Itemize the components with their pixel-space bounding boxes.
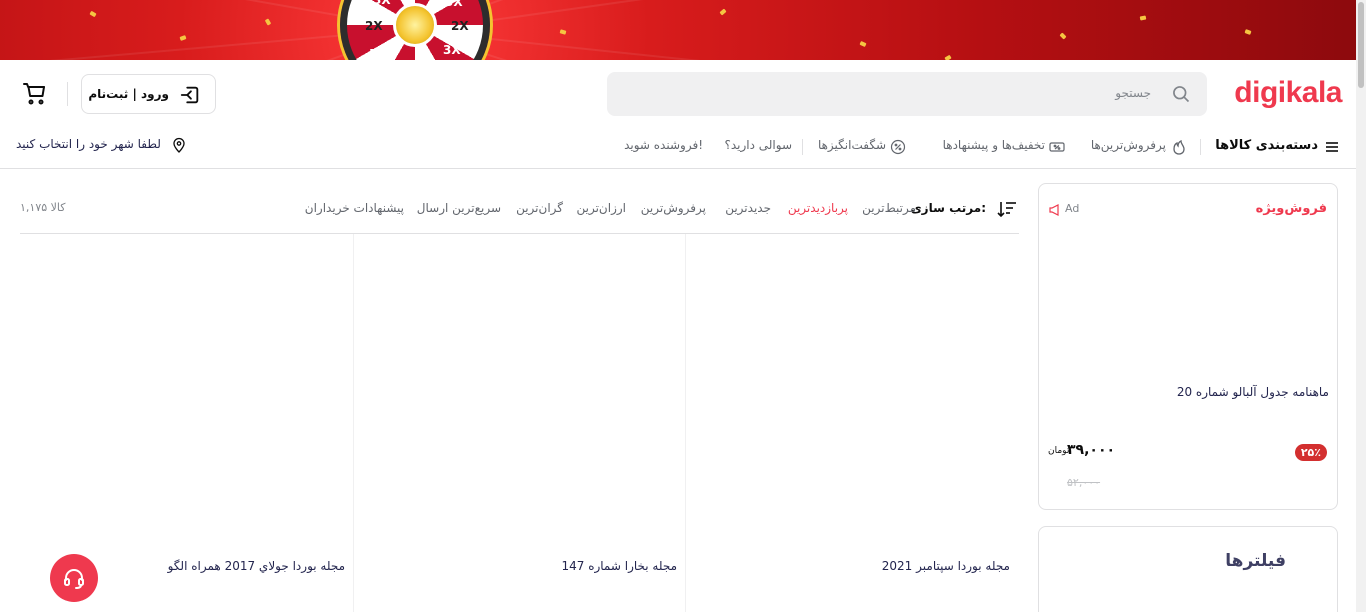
search-placeholder: جستجو [1115,86,1151,100]
filters-panel: فیلترها [1038,526,1338,612]
confetti [719,8,727,16]
sort-bar: مرتب سازی: مرتبط‌ترین پربازدیدترین جدیدت… [20,198,1019,234]
fire-icon [1173,139,1185,155]
confetti [1059,32,1067,40]
nav-bestsellers[interactable]: پرفروش‌ترین‌ها [1091,138,1166,152]
percent-icon [890,139,906,155]
product-title: مجله بخارا شماره 147 [561,559,677,573]
nav-become-seller[interactable]: فروشنده شوید! [624,138,703,152]
login-button[interactable]: ورود | ثبت‌نام [81,74,216,114]
product-title: مجله بوردا جولاي 2017 همراه الگو [167,559,345,573]
header-divider-line [0,168,1356,169]
confetti [559,29,567,35]
confetti [944,54,952,60]
megaphone-icon [1049,204,1059,216]
ad-label: Ad [1065,202,1080,215]
nav-divider [802,139,803,155]
nav-question[interactable]: سوالی دارید؟ [724,138,792,152]
scrollbar-thumb[interactable] [1358,2,1364,88]
menu-icon [1326,142,1338,152]
location-pin-icon [173,137,185,153]
currency: تومان [1048,446,1070,456]
sort-option-cheapest[interactable]: ارزان‌ترین [576,201,626,215]
wheel-label: 2X [365,19,383,33]
discount-badge: ۲۵٪ [1294,444,1327,461]
sort-icon [997,202,1016,218]
wheel-label: 3X [443,43,461,57]
special-sale-product-name: ماهنامه جدول آلبالو شماره 20 [1176,385,1329,399]
product-card[interactable]: مجله بخارا شماره 147 [354,234,685,612]
wheel-hub [393,3,437,47]
product-card[interactable]: مجله بوردا سپتامبر 2021 [686,234,1018,612]
login-label: ورود | ثبت‌نام [88,87,169,101]
sort-option-relevant[interactable]: مرتبط‌ترین [862,201,916,215]
cart-icon[interactable] [23,82,47,106]
header-divider [67,82,68,106]
sort-option-buyer-suggestions[interactable]: پیشنهادات خریداران [305,201,404,215]
nav-discounts[interactable]: تخفیف‌ها و پیشنهادها [943,138,1045,152]
support-button[interactable] [50,554,98,602]
nav-divider [1200,139,1201,155]
confetti [1139,15,1147,21]
wheel-label: 5X [445,0,463,9]
product-title: مجله بوردا سپتامبر 2021 [881,559,1010,573]
special-sale-title: فروش‌ویژه [1255,201,1327,216]
price: ۳۹,۰۰۰ [1067,442,1116,458]
discount-tag-icon [1049,142,1065,152]
search-input[interactable]: جستجو [607,72,1207,116]
old-price: ۵۲,۰۰۰ [1067,476,1101,489]
search-icon [1173,86,1190,103]
nav-categories[interactable]: دسته‌بندی کالاها [1215,138,1318,153]
filters-title: فیلترها [1225,551,1286,571]
product-count: ۱,۱۷۵ کالا [20,201,66,214]
sort-option-newest[interactable]: جدیدترین [725,201,771,215]
confetti [179,35,187,41]
nav-amazing[interactable]: شگفت‌انگیزها [818,138,886,152]
site-logo[interactable]: digikala [1234,76,1342,110]
confetti [89,10,97,18]
wheel-label: 2X [451,19,469,33]
sort-title: مرتب سازی: [910,201,986,215]
sort-option-expensive[interactable]: گران‌ترین [516,201,563,215]
confetti [1244,29,1252,35]
sort-option-bestselling[interactable]: پرفروش‌ترین [641,201,706,215]
location-selector[interactable]: لطفا شهر خود را انتخاب کنید [16,137,161,151]
sort-option-most-viewed[interactable]: پربازدیدترین [788,201,848,215]
login-icon [180,86,199,104]
promo-banner[interactable]: 2X 2X 3X 3X 5X 5X [0,0,1356,60]
headset-icon [64,569,84,589]
wheel-label: 3X [373,0,391,7]
sort-option-fastest-delivery[interactable]: سریع‌ترین ارسال [417,201,501,215]
confetti [859,40,867,48]
prize-wheel: 2X 2X 3X 3X 5X 5X [340,0,490,60]
special-sale-card[interactable]: فروش‌ویژه Ad ماهنامه جدول آلبالو شماره 2… [1038,183,1338,510]
confetti [264,18,272,26]
page-scrollbar[interactable] [1356,0,1366,612]
wheel-label: 5X [369,47,387,60]
